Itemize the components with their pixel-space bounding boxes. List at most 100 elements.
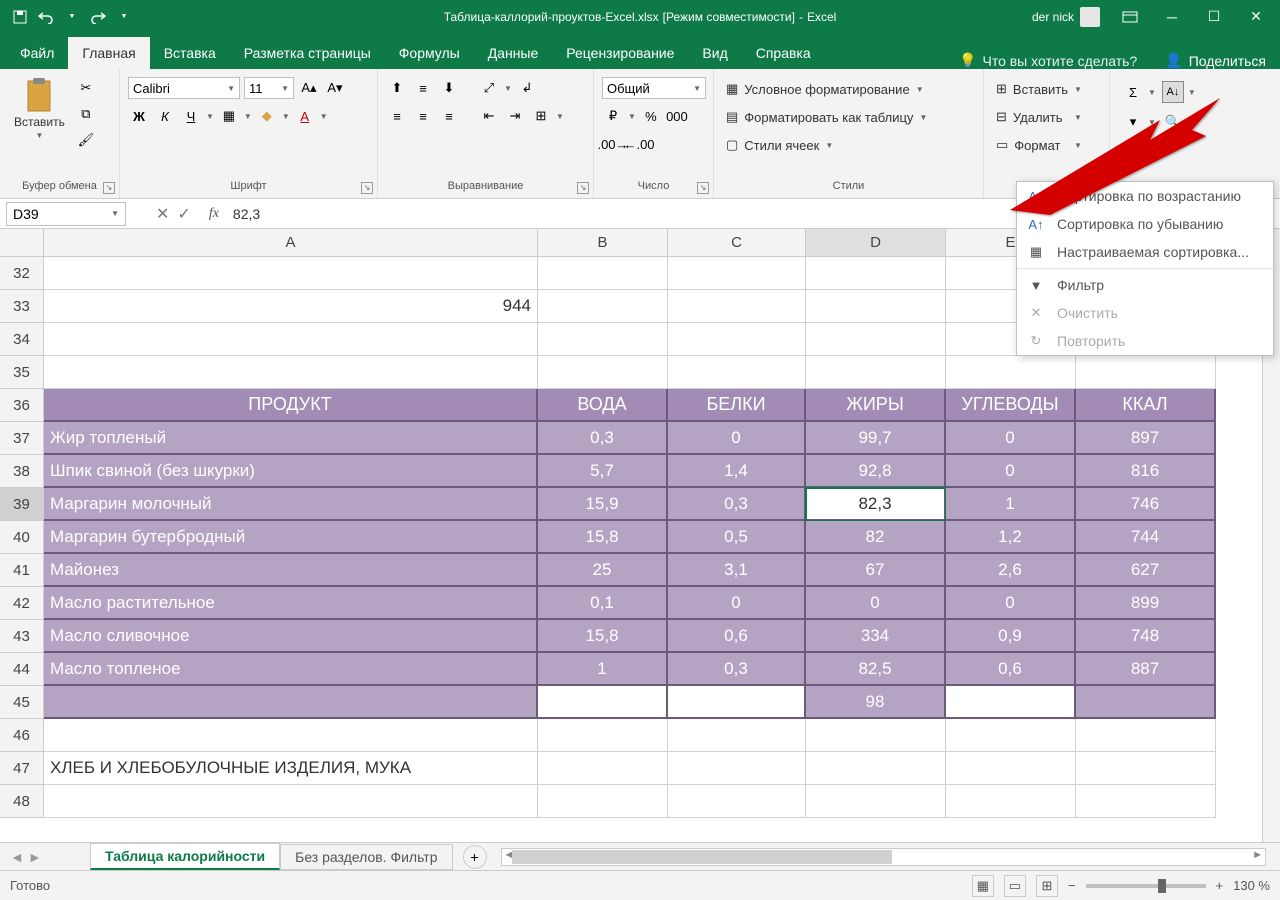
horizontal-scrollbar[interactable]: ◄► xyxy=(501,848,1267,866)
cell[interactable]: ХЛЕБ И ХЛЕБОБУЛОЧНЫЕ ИЗДЕЛИЯ, МУКА xyxy=(44,752,538,785)
cell[interactable]: 887 xyxy=(1076,653,1216,686)
row-header[interactable]: 47 xyxy=(0,752,43,785)
page-break-view-icon[interactable]: ⊞ xyxy=(1036,875,1058,897)
insert-cells-button[interactable]: ⊞Вставить▼ xyxy=(992,79,1086,99)
orientation-icon[interactable]: ⤢ xyxy=(478,77,500,99)
cell[interactable]: Шпик свиной (без шкурки) xyxy=(44,455,538,488)
comma-icon[interactable]: 000 xyxy=(666,105,688,127)
cell[interactable]: УГЛЕВОДЫ xyxy=(946,389,1076,422)
tab-view[interactable]: Вид xyxy=(688,37,741,69)
row-header[interactable]: 39 xyxy=(0,488,43,521)
paste-button[interactable]: Вставить ▼ xyxy=(8,73,71,144)
cell[interactable]: 0 xyxy=(668,587,806,620)
tab-home[interactable]: Главная xyxy=(68,37,149,69)
cell[interactable]: Маргарин бутербродный xyxy=(44,521,538,554)
cell[interactable]: 2,6 xyxy=(946,554,1076,587)
cell[interactable]: 5,7 xyxy=(538,455,668,488)
font-name-combo[interactable]: Calibri▼ xyxy=(128,77,240,99)
column-header[interactable]: C xyxy=(668,229,806,256)
merge-icon[interactable]: ⊞ xyxy=(530,105,552,127)
cell[interactable] xyxy=(1076,686,1216,719)
tab-data[interactable]: Данные xyxy=(474,37,553,69)
cell[interactable]: ЖИРЫ xyxy=(806,389,946,422)
row-header[interactable]: 45 xyxy=(0,686,43,719)
cell[interactable]: 0,3 xyxy=(668,653,806,686)
cell[interactable]: 0 xyxy=(946,455,1076,488)
cell[interactable]: 82,3 xyxy=(806,488,946,521)
cell[interactable]: Масло растительное xyxy=(44,587,538,620)
cell[interactable]: ПРОДУКТ xyxy=(44,389,538,422)
align-center-icon[interactable]: ≡ xyxy=(412,105,434,127)
decrease-font-icon[interactable]: A▾ xyxy=(324,77,346,99)
copy-icon[interactable]: ⧉ xyxy=(75,103,97,125)
undo-icon[interactable] xyxy=(36,7,56,27)
zoom-level[interactable]: 130 % xyxy=(1233,878,1270,893)
zoom-slider[interactable] xyxy=(1086,884,1206,888)
sort-filter-button[interactable]: A↓ xyxy=(1162,81,1184,103)
row-header[interactable]: 34 xyxy=(0,323,43,356)
cell[interactable]: Майонез xyxy=(44,554,538,587)
underline-button[interactable]: Ч xyxy=(180,105,202,127)
save-icon[interactable] xyxy=(10,7,30,27)
cancel-formula-icon[interactable]: ✕ xyxy=(156,204,169,224)
cell[interactable]: 0,6 xyxy=(668,620,806,653)
zoom-out-button[interactable]: − xyxy=(1068,878,1076,893)
cell[interactable]: 1,2 xyxy=(946,521,1076,554)
custom-sort-item[interactable]: ▦Настраиваемая сортировка... xyxy=(1017,238,1273,266)
minimize-button[interactable]: ─ xyxy=(1152,3,1192,31)
cell[interactable]: 0,3 xyxy=(668,488,806,521)
enter-formula-icon[interactable]: ✓ xyxy=(177,204,190,224)
row-header[interactable]: 32 xyxy=(0,257,43,290)
cell[interactable]: 746 xyxy=(1076,488,1216,521)
cell[interactable]: 944 xyxy=(44,290,538,323)
cell[interactable] xyxy=(668,686,806,719)
cell[interactable]: 816 xyxy=(1076,455,1216,488)
cell[interactable]: 82 xyxy=(806,521,946,554)
border-icon[interactable]: ▦ xyxy=(218,105,240,127)
row-header[interactable]: 43 xyxy=(0,620,43,653)
sheet-nav[interactable]: ◄► xyxy=(0,849,90,865)
cell[interactable]: 0 xyxy=(668,422,806,455)
cell[interactable]: 15,9 xyxy=(538,488,668,521)
cell[interactable]: Масло сливочное xyxy=(44,620,538,653)
sheet-tab-active[interactable]: Таблица калорийности xyxy=(90,843,280,870)
reapply-item[interactable]: ↻Повторить xyxy=(1017,327,1273,355)
row-header[interactable]: 33 xyxy=(0,290,43,323)
cell[interactable]: 0,9 xyxy=(946,620,1076,653)
user-account[interactable]: der nick xyxy=(1024,7,1108,27)
row-header[interactable]: 38 xyxy=(0,455,43,488)
cell[interactable]: 1 xyxy=(538,653,668,686)
autosum-icon[interactable]: Σ xyxy=(1122,81,1144,103)
cell[interactable]: БЕЛКИ xyxy=(668,389,806,422)
clear-filter-item[interactable]: ✕Очистить xyxy=(1017,299,1273,327)
cell[interactable] xyxy=(44,686,538,719)
align-middle-icon[interactable]: ≡ xyxy=(412,77,434,99)
conditional-formatting-button[interactable]: ▦Условное форматирование▼ xyxy=(722,79,931,99)
row-header[interactable]: 42 xyxy=(0,587,43,620)
sheet-tab[interactable]: Без разделов. Фильтр xyxy=(280,844,452,870)
font-launcher[interactable]: ↘ xyxy=(361,182,373,194)
accounting-icon[interactable]: ₽ xyxy=(602,105,624,127)
align-right-icon[interactable]: ≡ xyxy=(438,105,460,127)
cell[interactable]: 1,4 xyxy=(668,455,806,488)
tab-insert[interactable]: Вставка xyxy=(150,37,230,69)
cell[interactable]: 82,5 xyxy=(806,653,946,686)
zoom-in-button[interactable]: + xyxy=(1216,878,1224,893)
normal-view-icon[interactable]: ▦ xyxy=(972,875,994,897)
cell[interactable] xyxy=(538,686,668,719)
cell[interactable]: 67 xyxy=(806,554,946,587)
column-header[interactable]: A xyxy=(44,229,538,256)
redo-icon[interactable] xyxy=(88,7,108,27)
select-all-cell[interactable] xyxy=(0,229,44,257)
name-box[interactable]: D39▼ xyxy=(6,202,126,226)
cell[interactable]: 627 xyxy=(1076,554,1216,587)
percent-icon[interactable]: % xyxy=(640,105,662,127)
font-color-icon[interactable]: A xyxy=(294,105,316,127)
page-layout-view-icon[interactable]: ▭ xyxy=(1004,875,1026,897)
cell-styles-button[interactable]: ▢Стили ячеек▼ xyxy=(722,135,931,155)
column-header[interactable]: D xyxy=(806,229,946,256)
cell[interactable]: 99,7 xyxy=(806,422,946,455)
increase-font-icon[interactable]: A▴ xyxy=(298,77,320,99)
tab-layout[interactable]: Разметка страницы xyxy=(230,37,385,69)
maximize-button[interactable]: ☐ xyxy=(1194,3,1234,31)
